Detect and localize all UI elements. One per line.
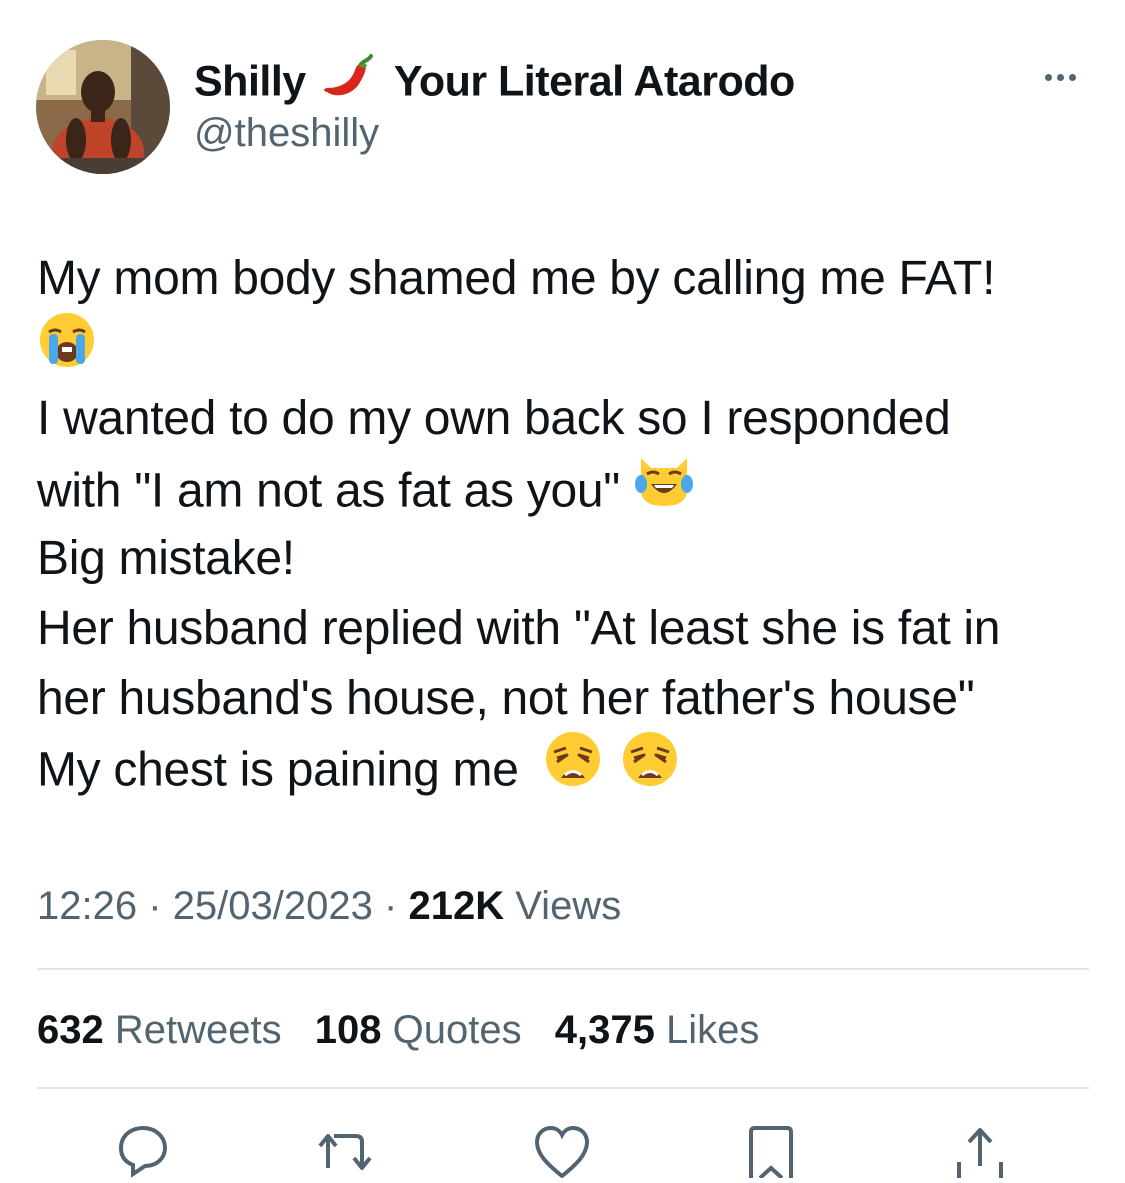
likes-stat[interactable]: 4,375 Likes	[555, 1008, 760, 1052]
tweet-line-text: with "I am not as fat as you"	[37, 464, 620, 518]
divider	[37, 968, 1089, 970]
tweet-line: her husband's house, not her father's ho…	[37, 672, 975, 725]
tweet-date[interactable]: 25/03/2023	[173, 884, 373, 928]
tweet-stats: 632 Retweets 108 Quotes 4,375 Likes	[37, 1002, 781, 1058]
cat-with-tears-of-joy-emoji	[633, 450, 695, 530]
bookmark-button[interactable]	[736, 1118, 806, 1180]
profile-photo	[36, 40, 170, 174]
views-label: Views	[515, 884, 622, 928]
more-dot-icon	[1068, 73, 1076, 81]
display-name-part2: Your Literal Atarodo	[393, 57, 795, 106]
retweets-stat[interactable]: 632 Retweets	[37, 1008, 293, 1052]
weary-face-emoji	[621, 730, 679, 808]
like-icon	[534, 1125, 590, 1179]
retweet-button[interactable]	[310, 1118, 380, 1178]
likes-label: Likes	[665, 1008, 760, 1052]
like-button[interactable]	[527, 1118, 597, 1179]
tweet-time[interactable]: 12:26	[37, 884, 137, 928]
tweet-line: with "I am not as fat as you"	[37, 454, 1102, 524]
share-button[interactable]	[945, 1118, 1015, 1178]
divider	[37, 1087, 1089, 1089]
tweet-line-text: My chest is paining me	[37, 743, 519, 797]
more-dot-icon	[1044, 73, 1052, 81]
avatar[interactable]	[36, 40, 170, 174]
quotes-label: Quotes	[392, 1008, 522, 1052]
retweets-label: Retweets	[114, 1008, 282, 1052]
tweet-line: I wanted to do my own back so I responde…	[37, 392, 951, 445]
quotes-stat[interactable]: 108 Quotes	[315, 1008, 533, 1052]
meta-separator: ·	[148, 884, 162, 928]
tweet-line: Her husband replied with "At least she i…	[37, 602, 1001, 655]
retweet-icon	[318, 1134, 372, 1170]
tweet-line: My mom body shamed me by calling me FAT!	[37, 252, 996, 305]
loudly-crying-face-emoji	[37, 310, 97, 390]
quotes-count: 108	[314, 1008, 382, 1052]
more-dot-icon	[1056, 73, 1064, 81]
chili-pepper-emoji	[321, 52, 377, 116]
likes-count: 4,375	[554, 1008, 655, 1052]
reply-button[interactable]	[107, 1118, 177, 1178]
views-count: 212K	[408, 884, 505, 928]
tweet-meta: 12:26 · 25/03/2023 · 212K Views	[37, 878, 621, 934]
retweets-count: 632	[37, 1008, 104, 1052]
tweet-line: My chest is paining me	[37, 732, 1102, 804]
tweet-line	[37, 313, 1102, 384]
meta-separator: ·	[384, 884, 398, 928]
display-name[interactable]: Shilly Your Literal Atarodo	[194, 52, 795, 116]
user-handle[interactable]: @theshilly	[194, 108, 379, 158]
bookmark-icon	[749, 1126, 793, 1180]
tweet-text: My mom body shamed me by calling me FAT!…	[37, 244, 1102, 804]
share-icon	[957, 1128, 1003, 1178]
more-options-button[interactable]	[1030, 62, 1090, 92]
reply-icon	[118, 1125, 168, 1178]
tweet-line: Big mistake!	[37, 532, 295, 585]
display-name-part1: Shilly	[194, 57, 306, 106]
weary-face-emoji	[544, 730, 602, 808]
